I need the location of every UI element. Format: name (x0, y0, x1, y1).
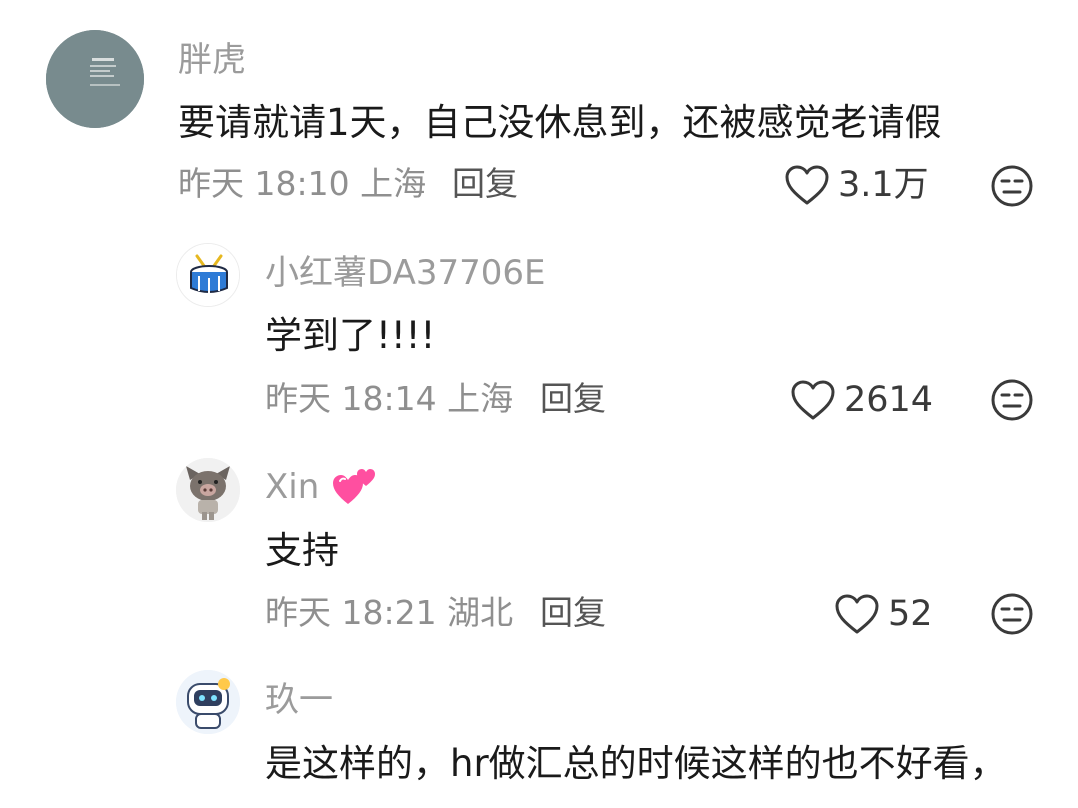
like-count: 52 (888, 593, 933, 634)
drum-avatar-image (177, 244, 239, 306)
reply-button[interactable]: 回复 (540, 596, 606, 629)
comment-meta: 昨天 18:21 湖北 (265, 593, 514, 632)
dislike-face-icon[interactable] (990, 378, 1034, 422)
comment-text: 是这样的，hr做汇总的时候这样的也不好看， (265, 742, 1007, 785)
photo-avatar-image (46, 30, 144, 128)
heart-icon (791, 380, 835, 420)
comment-text: 学到了!!!! (265, 314, 436, 357)
robot-avatar-image (176, 670, 240, 734)
comment-meta: 昨天 18:10 上海 (178, 164, 427, 203)
boar-mask-avatar-image (176, 458, 240, 522)
like-button[interactable]: 52 (834, 593, 933, 635)
username[interactable]: 玖一 (265, 683, 333, 717)
like-button[interactable]: 3.1万 (784, 164, 929, 206)
two-hearts-icon (333, 469, 375, 504)
comment-text: 要请就请1天，自己没休息到，还被感觉老请假 (178, 101, 942, 144)
avatar[interactable] (46, 30, 144, 128)
reply-button[interactable]: 回复 (540, 382, 606, 415)
reply-button[interactable]: 回复 (452, 167, 518, 200)
heart-icon (785, 165, 829, 205)
username[interactable]: Xin (265, 470, 319, 504)
username[interactable]: 小红薯DA37706E (265, 256, 545, 290)
avatar[interactable] (176, 243, 240, 307)
heart-icon (835, 594, 879, 634)
avatar[interactable] (176, 670, 240, 734)
comment-text: 支持 (265, 529, 339, 572)
comment-meta: 昨天 18:14 上海 (265, 379, 514, 418)
dislike-face-icon[interactable] (990, 164, 1034, 208)
like-count: 3.1万 (838, 164, 929, 205)
like-button[interactable]: 2614 (790, 379, 933, 421)
username[interactable]: 胖虎 (178, 43, 246, 77)
dislike-face-icon[interactable] (990, 592, 1034, 636)
avatar[interactable] (176, 458, 240, 522)
like-count: 2614 (844, 379, 934, 420)
